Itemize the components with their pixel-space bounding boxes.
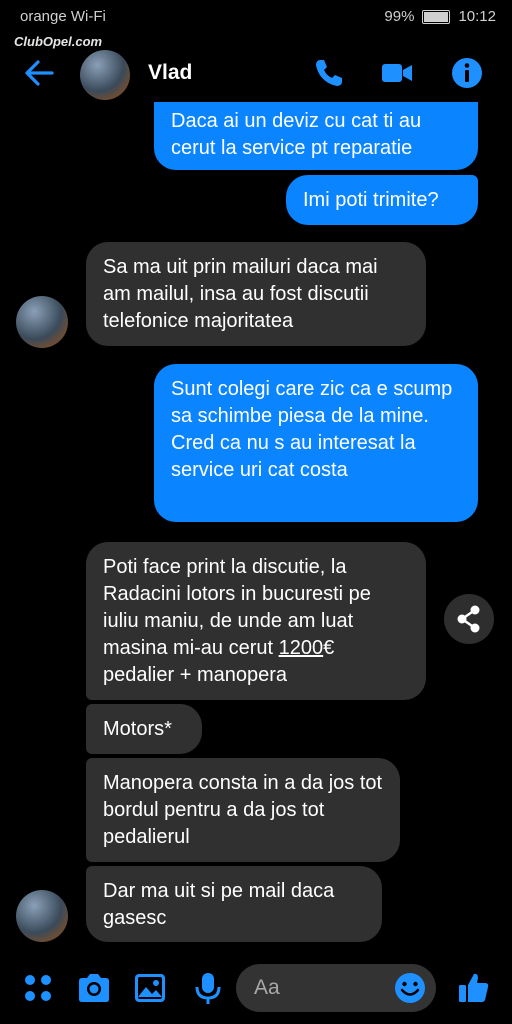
sender-avatar[interactable] — [16, 296, 68, 348]
message-bubble-incoming[interactable]: Sa ma uit prin mailuri daca mai am mailu… — [86, 242, 426, 346]
status-bar: orange Wi-Fi 99% 10:12 — [0, 0, 512, 34]
phone-icon[interactable] — [312, 56, 346, 90]
message-text: Sunt colegi care zic ca e scump sa schim… — [171, 378, 453, 481]
contact-name[interactable]: Vlad — [148, 61, 192, 85]
info-icon[interactable] — [450, 56, 484, 90]
message-text: Manopera consta in a da jos tot bordul p… — [103, 772, 383, 848]
message-text: Sa ma uit prin mailuri daca mai am mailu… — [103, 256, 378, 332]
mic-icon[interactable] — [190, 970, 226, 1006]
contact-avatar[interactable] — [80, 50, 130, 100]
composer-bar: Aa — [0, 956, 512, 1024]
message-input-placeholder: Aa — [254, 976, 280, 999]
message-text: Dar ma uit si pe mail daca gasesc — [103, 880, 335, 929]
battery-icon — [422, 9, 451, 24]
emoji-icon[interactable] — [392, 970, 428, 1006]
message-bubble-outgoing[interactable]: Sunt colegi care zic ca e scump sa schim… — [154, 364, 478, 522]
video-icon[interactable] — [380, 56, 414, 90]
message-text: Motors* — [103, 718, 172, 740]
share-icon — [457, 605, 480, 633]
conversation-header: Vlad — [0, 40, 512, 110]
share-button[interactable] — [444, 594, 494, 644]
price-link[interactable]: 1200 — [279, 637, 324, 659]
message-text: Daca ai un deviz cu cat ti au cerut la s… — [171, 110, 422, 159]
clock: 10:12 — [458, 8, 496, 25]
apps-icon[interactable] — [20, 970, 56, 1006]
message-text: Imi poti trimite? — [303, 189, 439, 211]
message-bubble-incoming[interactable]: Poti face print la discutie, la Radacini… — [86, 542, 426, 700]
message-bubble-outgoing[interactable]: Daca ai un deviz cu cat ti au cerut la s… — [154, 102, 478, 170]
message-bubble-outgoing[interactable]: Imi poti trimite? — [286, 175, 478, 225]
battery-percent: 99% — [384, 8, 415, 25]
message-input[interactable]: Aa — [236, 964, 436, 1012]
message-bubble-incoming[interactable]: Dar ma uit si pe mail daca gasesc — [86, 866, 382, 942]
gallery-icon[interactable] — [132, 970, 168, 1006]
back-arrow-icon[interactable] — [22, 56, 56, 90]
like-icon[interactable] — [456, 970, 492, 1006]
camera-icon[interactable] — [76, 970, 112, 1006]
message-bubble-incoming[interactable]: Manopera consta in a da jos tot bordul p… — [86, 758, 400, 862]
carrier-text: orange Wi-Fi — [20, 8, 106, 25]
sender-avatar[interactable] — [16, 890, 68, 942]
message-bubble-incoming[interactable]: Motors* — [86, 704, 202, 754]
